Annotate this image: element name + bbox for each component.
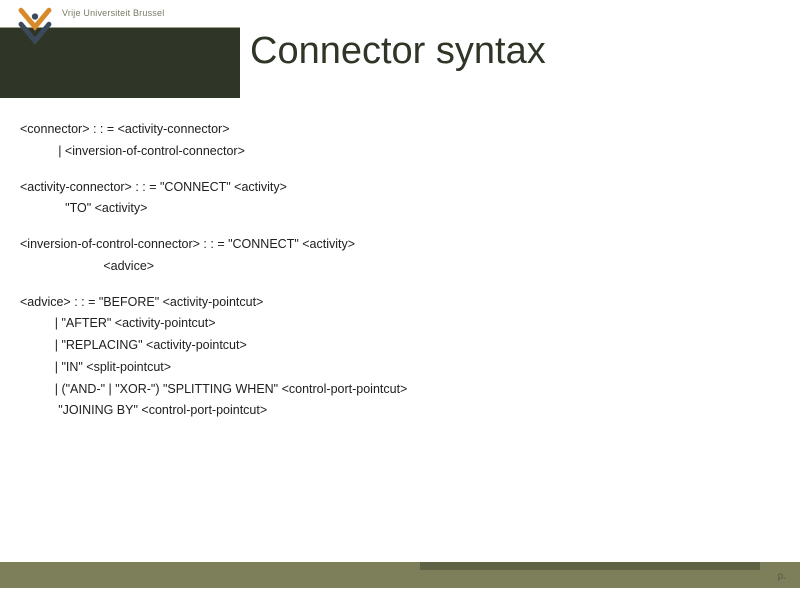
grammar-line: <connector> : : = <activity-connector> bbox=[20, 120, 780, 139]
grammar-line: | ("AND-" | "XOR-") "SPLITTING WHEN" <co… bbox=[20, 380, 780, 399]
grammar-line: <activity-connector> : : = "CONNECT" <ac… bbox=[20, 178, 780, 197]
slide-title: Connector syntax bbox=[250, 30, 546, 73]
grammar-line: "JOINING BY" <control-port-pointcut> bbox=[20, 401, 780, 420]
grammar-line: <advice> bbox=[20, 257, 780, 276]
grammar-line: "TO" <activity> bbox=[20, 199, 780, 218]
grammar-content: <connector> : : = <activity-connector> |… bbox=[20, 120, 780, 423]
university-name: Vrije Universiteit Brussel bbox=[62, 8, 164, 18]
grammar-line: | <inversion-of-control-connector> bbox=[20, 142, 780, 161]
footer-bar bbox=[0, 562, 800, 588]
footer-accent bbox=[420, 562, 760, 570]
grammar-line: | "IN" <split-pointcut> bbox=[20, 358, 780, 377]
university-logo bbox=[14, 6, 56, 48]
grammar-line: | "REPLACING" <activity-pointcut> bbox=[20, 336, 780, 355]
grammar-line: <inversion-of-control-connector> : : = "… bbox=[20, 235, 780, 254]
grammar-line: <advice> : : = "BEFORE" <activity-pointc… bbox=[20, 293, 780, 312]
page-number-label: p. bbox=[778, 571, 786, 582]
grammar-line: | "AFTER" <activity-pointcut> bbox=[20, 314, 780, 333]
